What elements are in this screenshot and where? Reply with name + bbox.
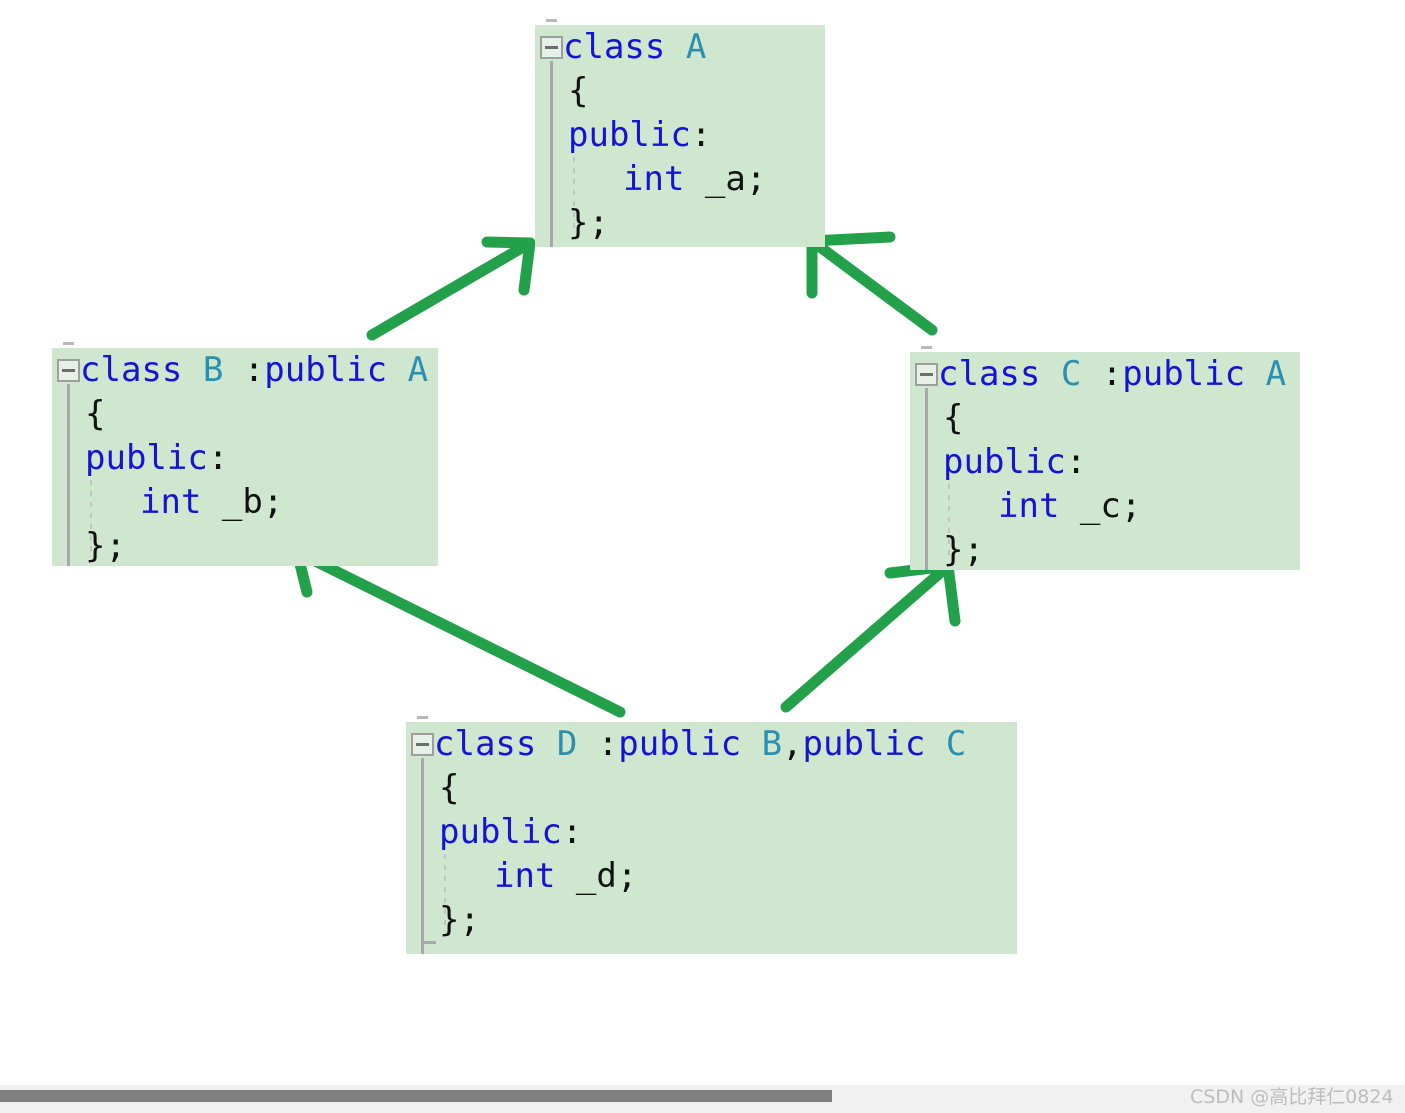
code-token: public: [85, 438, 208, 478]
class-a-line-4[interactable]: };: [535, 201, 766, 245]
code-token: _d;: [555, 856, 638, 896]
class-c-code-block[interactable]: class C :public A{public: int _c;};: [910, 346, 1300, 572]
code-token: };: [85, 526, 126, 566]
collapse-tick-mark: [417, 716, 428, 719]
arrow-d-to-c-head-right: [942, 560, 961, 627]
code-token: B: [761, 724, 783, 764]
class-c-line-0[interactable]: class C :public A: [910, 352, 1286, 396]
code-token: D: [556, 724, 578, 764]
code-token: :: [561, 812, 583, 852]
code-token: :: [1081, 354, 1123, 394]
code-token: C: [945, 724, 967, 764]
class-d-code-block[interactable]: class D :public B,public C{public: int _d…: [406, 716, 1017, 954]
code-token: };: [568, 203, 609, 243]
class-b-line-4[interactable]: };: [52, 524, 428, 568]
class-a-line-1[interactable]: {: [535, 69, 766, 113]
class-b-code-block[interactable]: class B :public A{public: int _b;};: [52, 342, 438, 568]
code-token: public: [264, 350, 388, 390]
arrow-d-to-c: [780, 560, 961, 713]
class-a-line-2[interactable]: public:: [535, 113, 766, 157]
code-token: int: [623, 159, 685, 199]
class-c-lines: class C :public A{public: int _c;};: [910, 352, 1286, 572]
code-token: {: [85, 394, 106, 434]
code-token: {: [439, 768, 460, 808]
code-token: int: [494, 856, 556, 896]
code-token: public: [618, 724, 742, 764]
class-a-line-0[interactable]: class A: [535, 25, 766, 69]
class-d-lines: class D :public B,public C{public: int _d…: [406, 722, 966, 942]
class-c-line-3[interactable]: int _c;: [910, 484, 1286, 528]
code-token: int: [140, 482, 202, 522]
code-token: class: [80, 350, 203, 390]
class-b-line-2[interactable]: public:: [52, 436, 428, 480]
arrow-c-to-a: [806, 231, 938, 336]
code-token: class: [434, 724, 557, 764]
code-token: ,: [782, 724, 803, 764]
code-token: public: [439, 812, 562, 852]
class-b-line-3[interactable]: int _b;: [52, 480, 428, 524]
code-token: B: [202, 350, 224, 390]
collapse-tick-mark: [63, 342, 74, 345]
code-token: :: [223, 350, 265, 390]
arrow-b-to-a: [366, 236, 536, 341]
code-token: public: [943, 442, 1066, 482]
class-d-line-3[interactable]: int _d;: [406, 854, 966, 898]
class-b-line-1[interactable]: {: [52, 392, 428, 436]
code-token: _b;: [201, 482, 284, 522]
code-token: A: [685, 27, 707, 67]
code-token: C: [1060, 354, 1082, 394]
code-token: A: [1265, 354, 1287, 394]
csdn-watermark: CSDN @高比拜仁0824: [1190, 1086, 1394, 1108]
class-d-line-0[interactable]: class D :public B,public C: [406, 722, 966, 766]
code-token: _a;: [684, 159, 767, 199]
arrow-d-to-b-shaft: [291, 546, 626, 718]
class-b-line-0[interactable]: class B :public A: [52, 348, 428, 392]
class-d-line-4[interactable]: };: [406, 898, 966, 942]
code-token: class: [563, 27, 686, 67]
class-a-code-block[interactable]: class A{public: int _a;};: [535, 19, 825, 247]
class-a-line-3[interactable]: int _a;: [535, 157, 766, 201]
code-token: public: [802, 724, 926, 764]
arrow-d-to-c-shaft: [780, 560, 954, 713]
code-token: {: [568, 71, 589, 111]
class-c-line-1[interactable]: {: [910, 396, 1286, 440]
class-c-line-4[interactable]: };: [910, 528, 1286, 572]
code-token: :: [1065, 442, 1087, 482]
code-token: public: [568, 115, 691, 155]
code-token: class: [938, 354, 1061, 394]
class-d-line-1[interactable]: {: [406, 766, 966, 810]
code-token: {: [943, 398, 964, 438]
class-d-line-2[interactable]: public:: [406, 810, 966, 854]
collapse-tick-mark: [921, 346, 932, 349]
class-a-lines: class A{public: int _a;};: [535, 25, 766, 245]
code-token: _c;: [1059, 486, 1142, 526]
code-token: };: [439, 900, 480, 940]
code-token: public: [1122, 354, 1246, 394]
code-token: int: [998, 486, 1060, 526]
horizontal-scrollbar-thumb[interactable]: [0, 1090, 832, 1102]
code-token: :: [577, 724, 619, 764]
arrow-b-to-a-shaft: [366, 237, 536, 341]
class-c-line-2[interactable]: public:: [910, 440, 1286, 484]
code-token: };: [943, 530, 984, 570]
code-token: A: [407, 350, 429, 390]
arrow-b-to-a-head-right: [518, 237, 536, 296]
code-token: :: [207, 438, 229, 478]
diagram-canvas: class A{public: int _a;}; class B :public …: [0, 0, 1405, 1113]
collapse-tick-mark: [546, 19, 557, 22]
arrow-b-to-a-head-left: [481, 236, 536, 249]
code-token: :: [690, 115, 712, 155]
class-b-lines: class B :public A{public: int _b;};: [52, 348, 428, 568]
arrow-c-to-a-shaft: [806, 235, 938, 336]
